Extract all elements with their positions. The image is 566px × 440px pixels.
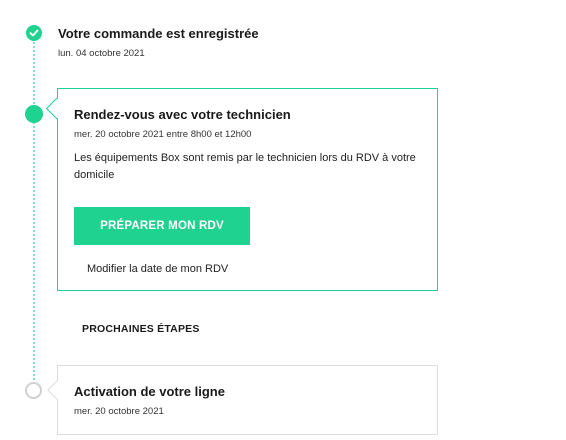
step-done-date: lun. 04 octobre 2021 [58, 48, 145, 59]
timeline-line [33, 42, 35, 388]
step-pending-date: mer. 20 octobre 2021 [74, 406, 164, 417]
step-done-check-icon [26, 25, 42, 41]
next-steps-heading: PROCHAINES ÉTAPES [82, 323, 200, 335]
step-done-title: Votre commande est enregistrée [58, 26, 259, 41]
step-active-dot-icon [25, 105, 43, 123]
step-active-title: Rendez-vous avec votre technicien [74, 107, 291, 122]
prepare-appointment-button[interactable]: PRÉPARER MON RDV [74, 207, 250, 245]
step-pending-dot-icon [25, 382, 42, 399]
order-tracking-page: Votre commande est enregistrée lun. 04 o… [0, 0, 566, 440]
step-active-description: Les équipements Box sont remis par le te… [74, 152, 416, 181]
step-pending-card: Activation de votre ligne mer. 20 octobr… [57, 365, 438, 435]
step-pending-title: Activation de votre ligne [74, 384, 225, 399]
modify-appointment-date-link[interactable]: Modifier la date de mon RDV [87, 263, 228, 275]
step-active-card: Rendez-vous avec votre technicien mer. 2… [57, 88, 438, 291]
step-active-date: mer. 20 octobre 2021 entre 8h00 et 12h00 [74, 129, 252, 140]
